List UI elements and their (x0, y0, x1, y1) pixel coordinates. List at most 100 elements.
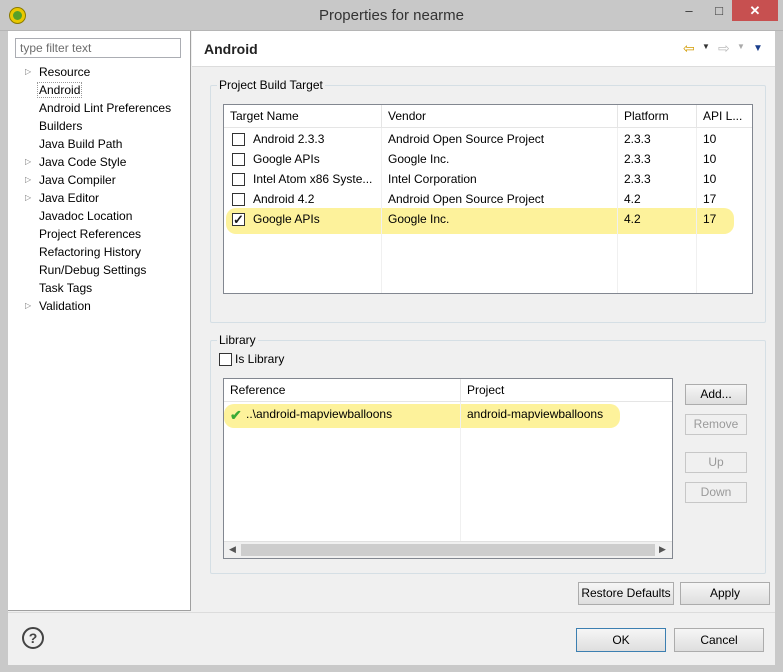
forward-arrow-icon[interactable]: ⇨ (718, 40, 730, 56)
target-checkbox[interactable] (232, 133, 245, 146)
sidebar-item-project-references[interactable]: Project References (8, 225, 190, 243)
target-name: Google APIs (253, 152, 320, 166)
dialog-body: ▷ Resource Android Android Lint Preferences… (8, 31, 775, 665)
sidebar-item-label: Java Compiler (39, 173, 116, 187)
sidebar-item-label: Java Editor (39, 191, 100, 205)
sidebar-item-java-editor[interactable]: ▷ Java Editor (8, 189, 190, 207)
column-reference[interactable]: Reference (224, 379, 460, 402)
sidebar-item-android-lint-preferences[interactable]: Android Lint Preferences (8, 99, 190, 117)
move-down-button[interactable]: Down (685, 482, 747, 503)
target-name: Android 2.3.3 (253, 132, 325, 146)
sidebar-item-label: Builders (39, 119, 83, 133)
target-checkbox[interactable] (232, 153, 245, 166)
page-title: Android (204, 41, 258, 57)
target-checkbox[interactable] (232, 173, 245, 186)
category-tree: ▷ Resource Android Android Lint Preferences… (8, 63, 190, 315)
sidebar-item-label: Java Build Path (39, 137, 123, 151)
library-table[interactable]: Reference Project ✔ ..\android-mapviewba… (223, 378, 673, 559)
maximize-button[interactable]: □ (706, 0, 732, 21)
minimize-button[interactable]: – (672, 0, 706, 21)
sidebar-item-java-code-style[interactable]: ▷ Java Code Style (8, 153, 190, 171)
sidebar-item-validation[interactable]: ▷ Validation (8, 297, 190, 315)
target-api-level: 17 (703, 192, 717, 206)
forward-dropdown-icon[interactable]: ▼ (737, 42, 745, 51)
sidebar-item-resource[interactable]: ▷ Resource (8, 63, 190, 81)
sidebar-item-label: Java Code Style (39, 155, 127, 169)
target-api-level: 10 (703, 152, 717, 166)
target-row[interactable]: Intel Atom x86 Syste... Intel Corporation… (224, 169, 752, 189)
sidebar-item-label: Task Tags (39, 281, 93, 295)
target-row[interactable]: Android 4.2 Android Open Source Project 4.… (224, 189, 752, 209)
sidebar-item-label: Android (37, 82, 83, 98)
sidebar-item-javadoc-location[interactable]: Javadoc Location (8, 207, 190, 225)
expand-arrow-icon[interactable]: ▷ (25, 189, 31, 207)
sidebar-item-label: Resource (39, 65, 91, 79)
target-vendor: Intel Corporation (388, 172, 477, 186)
scroll-right-icon[interactable]: ▶ (659, 544, 666, 555)
target-api-level: 10 (703, 172, 717, 186)
filter-input[interactable] (15, 38, 181, 58)
remove-library-button[interactable]: Remove (685, 414, 747, 435)
sidebar-item-run-debug-settings[interactable]: Run/Debug Settings (8, 261, 190, 279)
is-library-label[interactable]: Is Library (235, 352, 284, 366)
sidebar-item-builders[interactable]: Builders (8, 117, 190, 135)
target-vendor: Google Inc. (388, 152, 450, 166)
library-row[interactable]: ✔ ..\android-mapviewballoons android-map… (224, 404, 672, 424)
add-library-button[interactable]: Add... (685, 384, 747, 405)
column-platform[interactable]: Platform (618, 105, 696, 128)
column-vendor[interactable]: Vendor (382, 105, 617, 128)
library-group-label: Library (217, 333, 258, 347)
view-menu-icon[interactable]: ▼ (753, 43, 763, 54)
scroll-thumb[interactable] (241, 544, 655, 556)
back-arrow-icon[interactable]: ⇦ (683, 40, 695, 56)
sidebar-item-label: Project References (39, 227, 142, 241)
title-bar: Properties for nearme – □ ✕ (0, 0, 783, 31)
apply-button[interactable]: Apply (680, 582, 770, 605)
column-api-level[interactable]: API L... (697, 105, 752, 128)
sidebar-item-refactoring-history[interactable]: Refactoring History (8, 243, 190, 261)
back-dropdown-icon[interactable]: ▼ (702, 42, 710, 51)
sidebar-item-java-build-path[interactable]: Java Build Path (8, 135, 190, 153)
window-title: Properties for nearme (318, 7, 465, 24)
build-target-table-header: Target Name Vendor Platform API L... (224, 105, 752, 128)
target-platform: 4.2 (624, 192, 641, 206)
expand-arrow-icon[interactable]: ▷ (25, 171, 31, 189)
close-button[interactable]: ✕ (732, 0, 778, 21)
build-target-group-label: Project Build Target (217, 78, 325, 92)
sidebar-item-label: Javadoc Location (39, 209, 133, 223)
sidebar-item-java-compiler[interactable]: ▷ Java Compiler (8, 171, 190, 189)
property-page: Android ⇦ ▼ ⇨ ▼ ▼ Project Build Target T… (192, 31, 775, 611)
target-name: Android 4.2 (253, 192, 315, 206)
column-target-name[interactable]: Target Name (224, 105, 381, 128)
target-vendor: Google Inc. (388, 212, 450, 226)
target-row[interactable]: Google APIs Google Inc. 4.2 17 (224, 209, 752, 230)
library-horizontal-scrollbar[interactable]: ◀ ▶ (224, 541, 672, 558)
ok-button[interactable]: OK (576, 628, 666, 652)
category-tree-pane: ▷ Resource Android Android Lint Preferences… (8, 31, 191, 611)
sidebar-item-label: Refactoring History (39, 245, 142, 259)
sidebar-item-task-tags[interactable]: Task Tags (8, 279, 190, 297)
target-api-level: 10 (703, 132, 717, 146)
target-row[interactable]: Google APIs Google Inc. 2.3.3 10 (224, 149, 752, 169)
expand-arrow-icon[interactable]: ▷ (25, 153, 31, 171)
target-platform: 2.3.3 (624, 172, 651, 186)
target-checkbox[interactable] (232, 193, 245, 206)
move-up-button[interactable]: Up (685, 452, 747, 473)
build-target-table[interactable]: Target Name Vendor Platform API L... And… (223, 104, 753, 294)
target-row[interactable]: Android 2.3.3 Android Open Source Project… (224, 129, 752, 149)
target-name: Intel Atom x86 Syste... (253, 172, 373, 186)
library-table-header: Reference Project (224, 379, 672, 402)
help-icon[interactable]: ? (22, 627, 44, 649)
sidebar-item-android[interactable]: Android (8, 81, 190, 99)
sidebar-item-label: Android Lint Preferences (39, 101, 172, 115)
scroll-left-icon[interactable]: ◀ (229, 544, 236, 555)
expand-arrow-icon[interactable]: ▷ (25, 63, 31, 81)
target-checkbox[interactable] (232, 210, 245, 230)
restore-defaults-button[interactable]: Restore Defaults (578, 582, 674, 605)
target-platform: 2.3.3 (624, 152, 651, 166)
column-project[interactable]: Project (461, 379, 672, 402)
cancel-button[interactable]: Cancel (674, 628, 764, 652)
is-library-checkbox[interactable] (219, 353, 232, 366)
expand-arrow-icon[interactable]: ▷ (25, 297, 31, 315)
target-platform: 4.2 (624, 212, 641, 226)
